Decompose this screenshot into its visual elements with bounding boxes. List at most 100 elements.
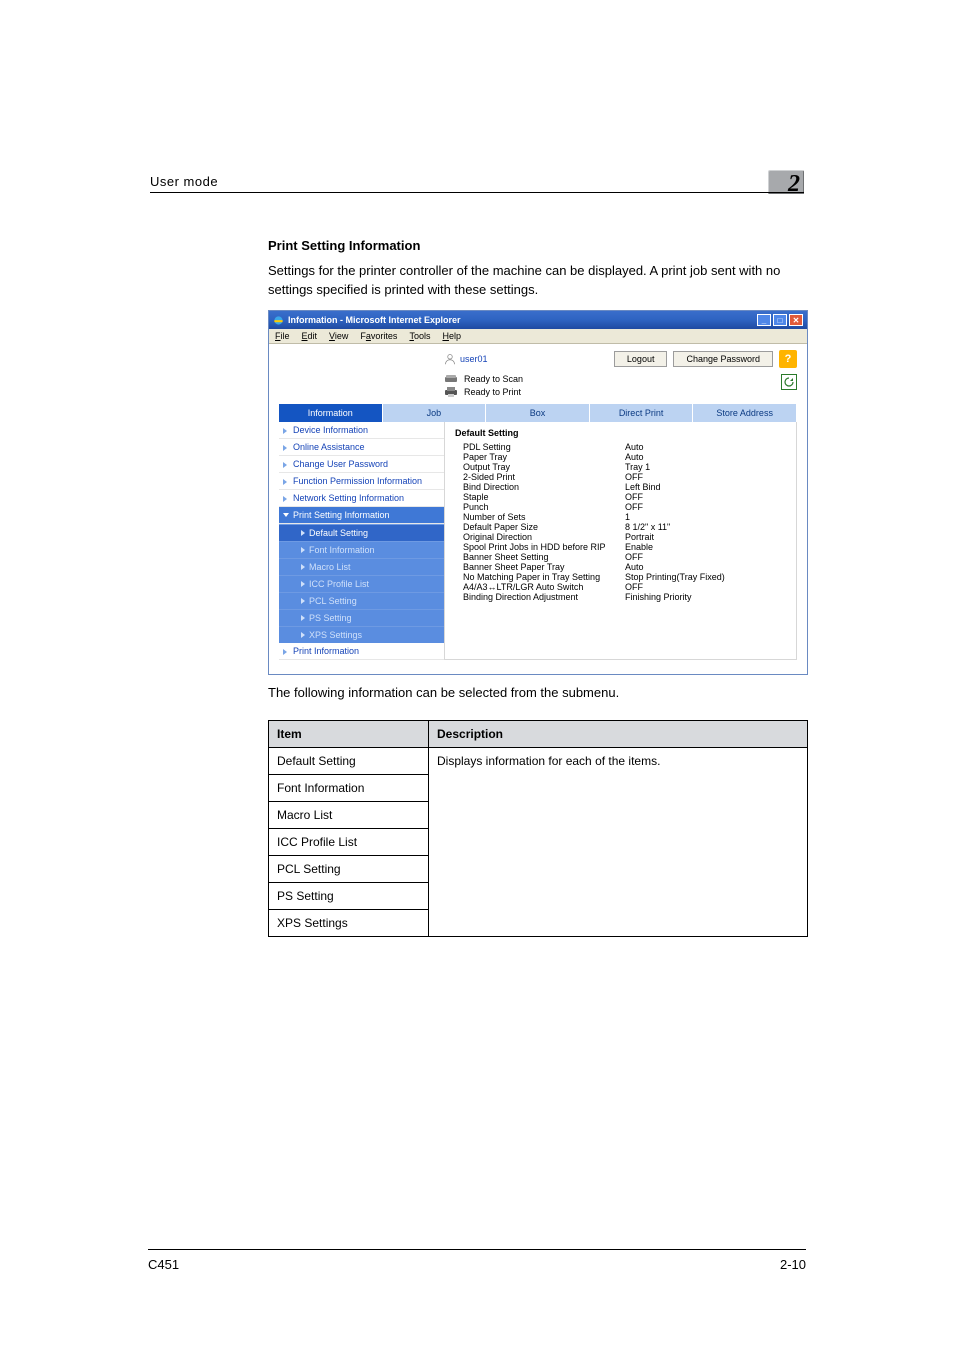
kv-row: Default Paper Size8 1/2" x 11": [455, 522, 786, 532]
sidebar-sub-label: PS Setting: [309, 613, 352, 623]
kv-row: No Matching Paper in Tray SettingStop Pr…: [455, 572, 786, 582]
sidebar-item-device-information[interactable]: Device Information: [279, 422, 444, 439]
section-body: Settings for the printer controller of t…: [268, 262, 806, 300]
sidebar-item-label: Network Setting Information: [293, 493, 404, 503]
menu-view[interactable]: View: [329, 331, 348, 341]
main-panel-title: Default Setting: [455, 428, 786, 438]
window-minimize-button[interactable]: _: [757, 314, 771, 326]
sidebar-item-network-setting-information[interactable]: Network Setting Information: [279, 490, 444, 507]
menu-help[interactable]: Help: [442, 331, 461, 341]
sidebar-sub-label: PCL Setting: [309, 596, 357, 606]
screenshot: Information - Microsoft Internet Explore…: [268, 310, 808, 675]
sidebar-sub-label: ICC Profile List: [309, 579, 369, 589]
kv-value: Auto: [625, 452, 786, 462]
sidebar-sub-icc-profile-list[interactable]: ICC Profile List: [279, 575, 444, 592]
items-table: Item Description Default Setting Display…: [268, 720, 808, 937]
submenu-intro: The following information can be selecte…: [268, 685, 619, 700]
sidebar-sub-label: Font Information: [309, 545, 375, 555]
chapter-number: 2: [788, 171, 800, 198]
tab-box[interactable]: Box: [486, 404, 590, 422]
sidebar-item-label: Change User Password: [293, 459, 388, 469]
footer-page: 2-10: [780, 1257, 806, 1272]
kv-key: Output Tray: [455, 462, 625, 472]
kv-row: Banner Sheet Paper TrayAuto: [455, 562, 786, 572]
sidebar-item-label: Device Information: [293, 425, 368, 435]
kv-key: Staple: [455, 492, 625, 502]
window-maximize-button[interactable]: □: [773, 314, 787, 326]
kv-row: A4/A3↔LTR/LGR Auto SwitchOFF: [455, 582, 786, 592]
sidebar-sub-xps-settings[interactable]: XPS Settings: [279, 626, 444, 643]
kv-key: Bind Direction: [455, 482, 625, 492]
kv-value: Left Bind: [625, 482, 786, 492]
kv-key: Banner Sheet Paper Tray: [455, 562, 625, 572]
kv-row: PunchOFF: [455, 502, 786, 512]
kv-value: 8 1/2" x 11": [625, 522, 786, 532]
kv-row: Binding Direction AdjustmentFinishing Pr…: [455, 592, 786, 602]
sidebar-item-print-information[interactable]: Print Information: [279, 643, 444, 660]
window-close-button[interactable]: ✕: [789, 314, 803, 326]
sidebar-item-online-assistance[interactable]: Online Assistance: [279, 439, 444, 456]
kv-value: OFF: [625, 502, 786, 512]
kv-key: PDL Setting: [455, 442, 625, 452]
kv-row: Original DirectionPortrait: [455, 532, 786, 542]
sidebar-sub-pcl-setting[interactable]: PCL Setting: [279, 592, 444, 609]
ie-icon: [273, 315, 284, 326]
table-cell-description: Displays information for each of the ite…: [429, 748, 808, 937]
tab-bar: Information Job Box Direct Print Store A…: [279, 404, 797, 422]
sidebar-item-print-setting-information[interactable]: Print Setting Information: [279, 507, 444, 524]
status-print: Ready to Print: [464, 387, 521, 397]
refresh-icon: [784, 377, 794, 387]
user-chip: user01: [444, 353, 488, 365]
chapter-badge: 2: [768, 170, 804, 194]
change-password-button[interactable]: Change Password: [673, 351, 773, 367]
user-name: user01: [460, 354, 488, 364]
kv-value: OFF: [625, 492, 786, 502]
sidebar-item-function-permission-information[interactable]: Function Permission Information: [279, 473, 444, 490]
menu-tools[interactable]: Tools: [409, 331, 430, 341]
tab-job[interactable]: Job: [383, 404, 487, 422]
sidebar-sub-ps-setting[interactable]: PS Setting: [279, 609, 444, 626]
sidebar-sub-macro-list[interactable]: Macro List: [279, 558, 444, 575]
menu-file[interactable]: File: [275, 331, 290, 341]
kv-row: Banner Sheet SettingOFF: [455, 552, 786, 562]
main-panel: Default Setting PDL SettingAutoPaper Tra…: [444, 422, 797, 660]
kv-key: Original Direction: [455, 532, 625, 542]
kv-row: StapleOFF: [455, 492, 786, 502]
kv-row: 2-Sided PrintOFF: [455, 472, 786, 482]
menu-edit[interactable]: Edit: [302, 331, 318, 341]
kv-key: Binding Direction Adjustment: [455, 592, 625, 602]
kv-value: Auto: [625, 562, 786, 572]
sidebar-sub-label: Default Setting: [309, 528, 368, 538]
kv-row: Output TrayTray 1: [455, 462, 786, 472]
sidebar-sub-default-setting[interactable]: Default Setting: [279, 524, 444, 541]
window-titlebar: Information - Microsoft Internet Explore…: [269, 311, 807, 329]
kv-value: 1: [625, 512, 786, 522]
kv-value: Stop Printing(Tray Fixed): [625, 572, 786, 582]
footer-rule: [148, 1249, 806, 1250]
menu-favorites[interactable]: Favorites: [360, 331, 397, 341]
table-cell-item: PCL Setting: [269, 856, 429, 883]
table-cell-item: Macro List: [269, 802, 429, 829]
running-header: User mode: [150, 174, 218, 189]
refresh-button[interactable]: [781, 374, 797, 390]
kv-key: Number of Sets: [455, 512, 625, 522]
kv-value: OFF: [625, 552, 786, 562]
kv-key: Default Paper Size: [455, 522, 625, 532]
sidebar-item-change-user-password[interactable]: Change User Password: [279, 456, 444, 473]
sidebar-sub-label: XPS Settings: [309, 630, 362, 640]
ie-menubar: File Edit View Favorites Tools Help: [269, 329, 807, 344]
tab-information[interactable]: Information: [279, 404, 383, 422]
kv-key: Spool Print Jobs in HDD before RIP: [455, 542, 625, 552]
kv-key: A4/A3↔LTR/LGR Auto Switch: [455, 582, 625, 592]
tab-store-address[interactable]: Store Address: [693, 404, 797, 422]
table-cell-item: ICC Profile List: [269, 829, 429, 856]
kv-row: PDL SettingAuto: [455, 442, 786, 452]
scanner-icon: [444, 374, 458, 384]
kv-row: Paper TrayAuto: [455, 452, 786, 462]
sidebar-sub-font-information[interactable]: Font Information: [279, 541, 444, 558]
kv-key: Punch: [455, 502, 625, 512]
help-icon[interactable]: ?: [779, 350, 797, 368]
tab-direct-print[interactable]: Direct Print: [590, 404, 694, 422]
logout-button[interactable]: Logout: [614, 351, 668, 367]
sidebar: Device Information Online Assistance Cha…: [279, 422, 444, 660]
